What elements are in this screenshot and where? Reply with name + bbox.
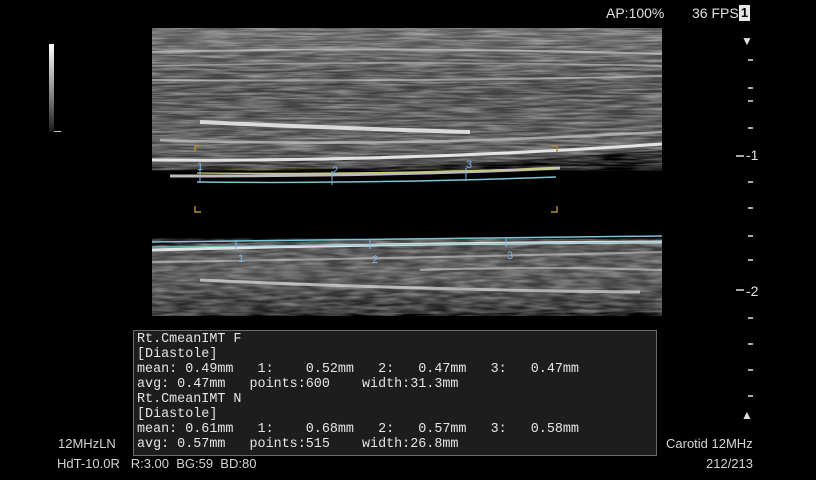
far-wall-title: Rt.CmeanIMT F xyxy=(137,332,242,347)
lower-tissue-layer xyxy=(151,238,663,316)
depth-label-2cm: -2 xyxy=(746,283,759,299)
focus-up-arrow-icon: ▲ xyxy=(741,408,753,422)
probe-label: 12MHzLN xyxy=(58,436,116,451)
far-wall-avg-row: avg: 0.47mm points:600 width:31.3mm xyxy=(137,377,459,392)
far-wall-mean-row: mean: 0.49mm 1: 0.52mm 2: 0.47mm 3: 0.47… xyxy=(137,362,579,377)
near-wall-mean-row: mean: 0.61mm 1: 0.68mm 2: 0.57mm 3: 0.58… xyxy=(137,422,579,437)
imaging-settings: HdT-10.0R R:3.00 BG:59 BD:80 xyxy=(57,456,257,471)
far-wall-marker-2: 2 xyxy=(332,165,338,177)
far-wall-phase: [Diastole] xyxy=(137,347,218,362)
depth-scale xyxy=(736,59,753,397)
far-wall-marker-1: 1 xyxy=(197,161,203,173)
frame-counter: 212/213 xyxy=(706,456,753,471)
exam-preset-label: Carotid 12MHz xyxy=(666,436,753,451)
imt-measurement-panel: Rt.CmeanIMT F [Diastole] mean: 0.49mm 1:… xyxy=(133,330,657,456)
far-wall-adventitia-trace xyxy=(196,176,557,184)
depth-label-1cm: -1 xyxy=(746,147,759,163)
near-wall-marker-3: 3 xyxy=(507,250,513,262)
near-wall-avg-row: avg: 0.57mm points:515 width:26.8mm xyxy=(137,437,459,452)
near-wall-marker-1: 1 xyxy=(238,253,244,265)
near-wall-marker-2: 2 xyxy=(372,254,378,266)
focus-down-arrow-icon: ▼ xyxy=(741,34,753,48)
far-wall-marker-3: 3 xyxy=(466,159,472,171)
near-wall-title: Rt.CmeanIMT N xyxy=(137,392,242,407)
near-wall-phase: [Diastole] xyxy=(137,407,218,422)
